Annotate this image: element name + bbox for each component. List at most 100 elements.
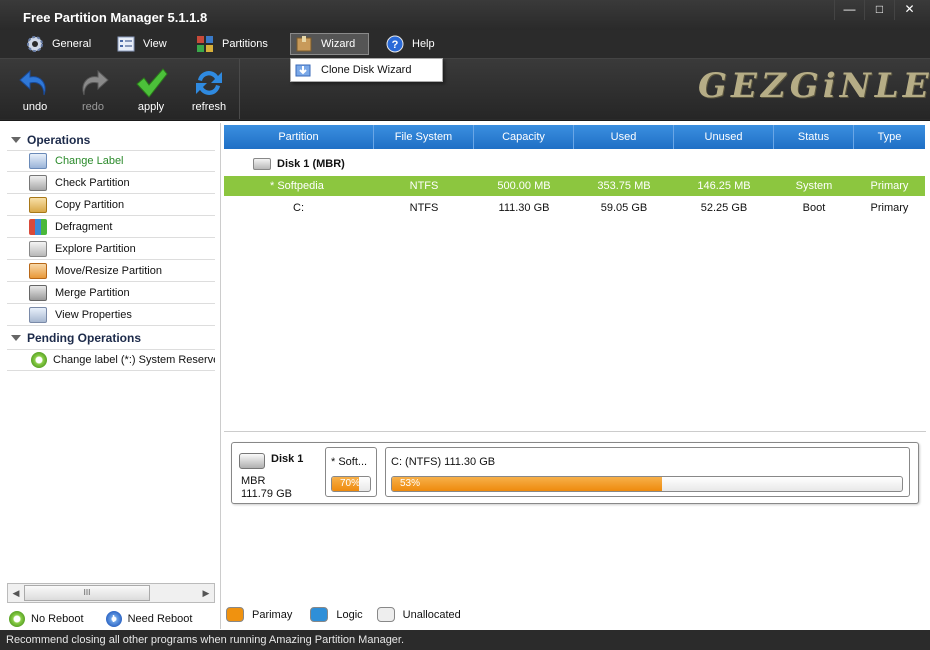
cell-partition: C:: [293, 202, 304, 214]
menu-view-label: View: [143, 38, 167, 50]
table-row[interactable]: C: NTFS 111.30 GB 59.05 GB 52.25 GB Boot…: [224, 198, 925, 218]
close-button[interactable]: ✕: [894, 0, 924, 20]
op-change-label[interactable]: Change Label: [7, 150, 215, 172]
menu-general[interactable]: General: [22, 33, 97, 55]
cell-partition: * Softpedia: [270, 180, 324, 192]
pending-operation-text: Change label (*:) System Reserved: [53, 354, 215, 366]
logic-legend-label: Logic: [336, 608, 363, 621]
partition-block-label: C: (NTFS) 111.30 GB: [391, 456, 496, 468]
view-properties-icon: [29, 306, 47, 323]
op-move-resize[interactable]: Move/Resize Partition: [7, 260, 215, 282]
horizontal-scrollbar[interactable]: ◀ III ▶: [7, 583, 215, 603]
menu-wizard[interactable]: Wizard: [290, 33, 369, 55]
operations-header[interactable]: Operations: [11, 131, 90, 149]
clone-disk-icon: [295, 62, 311, 78]
checkmark-icon: [136, 68, 168, 98]
menu-help[interactable]: ? Help: [382, 33, 441, 55]
op-merge-partition[interactable]: Merge Partition: [7, 282, 215, 304]
no-reboot-icon: [9, 611, 25, 627]
table-header: Partition File System Capacity Used Unus…: [224, 125, 925, 149]
maximize-button[interactable]: □: [864, 0, 894, 20]
wizard-icon: [295, 35, 313, 53]
partition-block-softpedia[interactable]: * Soft... 70%: [325, 447, 377, 497]
cell-status: Boot: [802, 202, 826, 214]
cell-used: 353.75 MB: [597, 180, 651, 192]
no-reboot-status-icon: [31, 352, 47, 368]
collapse-triangle-icon: [11, 335, 21, 341]
reboot-legend: No Reboot ! Need Reboot: [9, 611, 192, 627]
col-unused[interactable]: Unused: [674, 125, 774, 149]
change-label-icon: [29, 153, 47, 169]
cell-status: System: [795, 180, 833, 192]
redo-label: redo: [81, 101, 105, 113]
redo-button[interactable]: redo: [68, 59, 118, 117]
collapse-triangle-icon: [11, 137, 21, 143]
pending-title: Pending Operations: [27, 331, 142, 345]
op-defragment[interactable]: Defragment: [7, 216, 215, 238]
table-row[interactable]: * Softpedia NTFS 500.00 MB 353.75 MB 146…: [224, 176, 925, 196]
usage-percent: 70%: [340, 478, 361, 489]
partition-block-label: * Soft...: [331, 456, 368, 468]
minimize-button[interactable]: —: [834, 0, 864, 20]
disk-map[interactable]: Disk 1 MBR 111.79 GB * Soft... 70% C: (N…: [231, 442, 919, 504]
disk-map-area: Disk 1 MBR 111.79 GB * Soft... 70% C: (N…: [224, 431, 926, 591]
partition-block-c[interactable]: C: (NTFS) 111.30 GB 53%: [385, 447, 910, 497]
menu-partitions[interactable]: Partitions: [192, 33, 274, 55]
disk-name: Disk 1: [271, 453, 304, 465]
scroll-left-icon[interactable]: ◀: [9, 586, 23, 600]
cell-capacity: 111.30 GB: [498, 202, 550, 214]
partitions-icon: [196, 35, 214, 53]
unallocated-swatch: [376, 607, 395, 622]
operations-panel: Operations Change Label Check Partition …: [1, 123, 221, 629]
pending-operation-item[interactable]: Change label (*:) System Reserved: [7, 349, 215, 371]
op-check-partition[interactable]: Check Partition: [7, 172, 215, 194]
undo-icon: [19, 69, 46, 96]
operations-title: Operations: [27, 133, 91, 147]
usage-bar: 53%: [391, 476, 903, 492]
op-copy-partition-text: Copy Partition: [55, 198, 125, 211]
disk-group-label: Disk 1 (MBR): [277, 158, 345, 170]
cell-file-system: NTFS: [409, 202, 439, 214]
refresh-button[interactable]: refresh: [184, 59, 234, 117]
apply-button[interactable]: apply: [126, 59, 176, 117]
op-move-resize-text: Move/Resize Partition: [55, 264, 162, 277]
col-partition[interactable]: Partition: [224, 125, 374, 149]
need-reboot-label: Need Reboot: [127, 613, 193, 625]
op-view-properties[interactable]: View Properties: [7, 304, 215, 326]
menu-wizard-label: Wizard: [321, 38, 356, 50]
scroll-right-icon[interactable]: ▶: [199, 586, 213, 600]
cell-unused: 52.25 GB: [700, 202, 748, 214]
col-status[interactable]: Status: [774, 125, 854, 149]
disk-group-row[interactable]: Disk 1 (MBR): [253, 158, 345, 170]
col-file-system[interactable]: File System: [374, 125, 474, 149]
op-explore-partition[interactable]: Explore Partition: [7, 238, 215, 260]
pending-header[interactable]: Pending Operations: [11, 329, 141, 347]
op-copy-partition[interactable]: Copy Partition: [7, 194, 215, 216]
cell-used: 59.05 GB: [600, 202, 648, 214]
col-used[interactable]: Used: [574, 125, 674, 149]
explore-partition-icon: [29, 240, 47, 257]
gezginler-logo: GEZGiNLER: [698, 66, 930, 106]
menu-view[interactable]: View: [113, 33, 173, 55]
op-view-properties-text: View Properties: [55, 308, 132, 321]
redo-icon: [82, 69, 109, 96]
menu-help-label: Help: [412, 38, 435, 50]
apply-label: apply: [137, 101, 165, 113]
scroll-thumb[interactable]: III: [24, 585, 150, 601]
col-type[interactable]: Type: [854, 125, 925, 149]
clone-disk-wizard-item[interactable]: Clone Disk Wizard: [321, 64, 411, 76]
defragment-icon: [29, 218, 47, 235]
toolbar-separator: [239, 59, 240, 119]
need-reboot-icon: !: [105, 611, 122, 627]
refresh-label: refresh: [191, 101, 227, 113]
col-capacity[interactable]: Capacity: [474, 125, 574, 149]
menu-bar: General View Partitions Wizard ? Help: [0, 30, 930, 58]
disk-size: 111.79 GB: [241, 488, 292, 500]
undo-button[interactable]: undo: [10, 59, 60, 117]
help-icon: ?: [386, 35, 404, 53]
partition-type-legend: Parimay Logic Unallocated: [224, 607, 461, 622]
usage-bar: 70%: [331, 476, 371, 492]
status-bar: Recommend closing all other programs whe…: [0, 630, 930, 650]
op-check-partition-text: Check Partition: [55, 176, 130, 189]
partition-panel: Partition File System Capacity Used Unus…: [223, 123, 928, 629]
